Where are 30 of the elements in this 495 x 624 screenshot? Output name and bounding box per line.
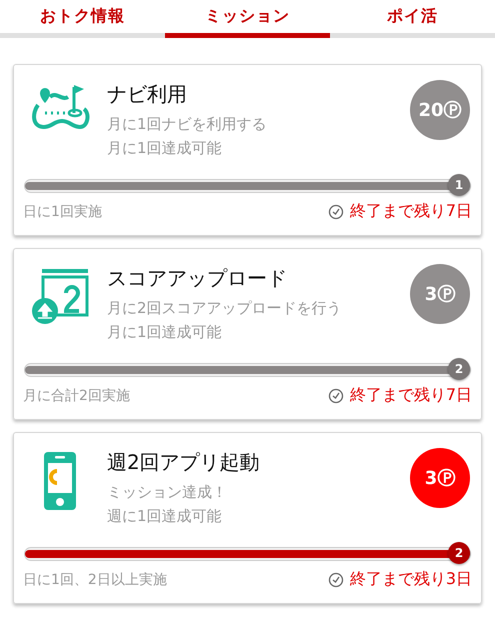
mission-card[interactable]: ナビ利用 月に1回ナビを利用する 月に1回達成可能 20Ⓟ 1 日に1回実施 終了まで残り7日	[13, 64, 482, 236]
points-badge: 3Ⓟ	[410, 264, 470, 324]
mission-note: 月に1回達成可能	[107, 322, 223, 343]
deadline-text: 終了まで残り3日	[350, 569, 472, 590]
mission-note: 月に1回達成可能	[107, 138, 223, 159]
mission-description: 月に2回スコアアップロードを行う	[107, 298, 343, 319]
mission-card[interactable]: スコアアップロード 月に2回スコアアップロードを行う 月に1回達成可能 3Ⓟ 2 月に合計2回実施 終了まで残り7日	[13, 248, 482, 420]
progress-count: 2	[448, 358, 470, 380]
points-badge: 20Ⓟ	[410, 80, 470, 140]
frequency-text: 日に1回実施	[23, 202, 102, 220]
mission-description: ミッション達成！	[107, 482, 228, 503]
tab[interactable]: おトク情報	[0, 0, 165, 38]
mission-card[interactable]: 週2回アプリ起動 ミッション達成！ 週に1回達成可能 3Ⓟ 2 日に1回、2日以上実施 終了まで残り3日	[13, 432, 482, 604]
frequency-text: 日に1回、2日以上実施	[23, 570, 167, 588]
upload-screen-icon	[30, 267, 90, 325]
mission-description: 月に1回ナビを利用する	[107, 114, 268, 135]
tab[interactable]: ミッション	[165, 0, 330, 38]
golf-course-icon	[30, 83, 90, 131]
tab[interactable]: ポイ活	[330, 0, 495, 38]
mission-title: ナビ利用	[107, 81, 188, 108]
mission-title: スコアアップロード	[107, 265, 288, 292]
points-badge: 3Ⓟ	[410, 448, 470, 508]
deadline-text: 終了まで残り7日	[350, 385, 472, 406]
frequency-text: 月に合計2回実施	[23, 386, 130, 404]
progress-count: 2	[448, 542, 470, 564]
mission-title: 週2回アプリ起動	[107, 449, 261, 476]
deadline-text: 終了まで残り7日	[350, 201, 472, 222]
smartphone-icon	[43, 451, 77, 511]
mission-note: 週に1回達成可能	[107, 506, 223, 527]
progress-count: 1	[448, 174, 470, 196]
